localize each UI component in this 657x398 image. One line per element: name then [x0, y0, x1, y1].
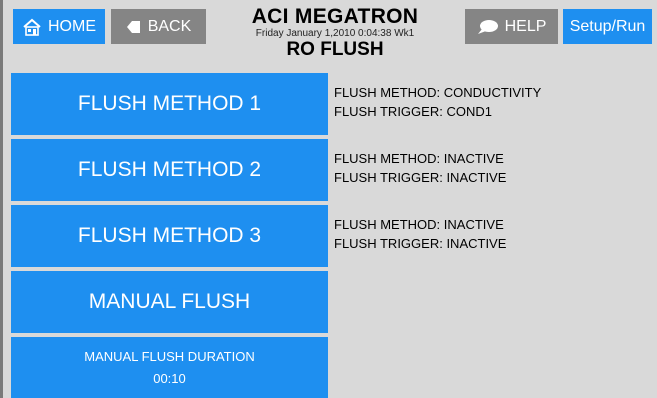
manual-flush-label: MANUAL FLUSH — [88, 290, 251, 313]
flush-method-1-label: FLUSH METHOD 1 — [77, 92, 262, 115]
flush-method-1-button[interactable]: FLUSH METHOD 1 — [11, 73, 328, 135]
flush-3-method-text: FLUSH METHOD: INACTIVE — [334, 217, 504, 232]
flush-2-info: FLUSH METHOD: INACTIVE FLUSH TRIGGER: IN… — [334, 149, 506, 187]
flush-method-3-label: FLUSH METHOD 3 — [77, 224, 262, 247]
flush-2-trigger-text: FLUSH TRIGGER: INACTIVE — [334, 170, 507, 185]
flush-3-info: FLUSH METHOD: INACTIVE FLUSH TRIGGER: IN… — [334, 215, 506, 253]
page-title: RO FLUSH — [286, 39, 384, 60]
flush-1-trigger-text: FLUSH TRIGGER: COND1 — [334, 104, 492, 119]
flush-method-3-button[interactable]: FLUSH METHOD 3 — [11, 205, 328, 267]
flush-method-2-button[interactable]: FLUSH METHOD 2 — [11, 139, 328, 201]
title-block: ACI MEGATRON Friday January 1,2010 0:04:… — [215, 6, 455, 61]
help-label: HELP — [504, 17, 547, 35]
home-icon — [22, 18, 42, 36]
app-title: ACI MEGATRON — [251, 5, 419, 28]
help-button[interactable]: HELP — [465, 9, 558, 44]
back-arrow-icon — [126, 19, 142, 35]
flush-3-trigger-text: FLUSH TRIGGER: INACTIVE — [334, 236, 507, 251]
flush-method-2-label: FLUSH METHOD 2 — [77, 158, 262, 181]
flush-2-method-text: FLUSH METHOD: INACTIVE — [334, 151, 504, 166]
manual-flush-duration-button[interactable]: MANUAL FLUSH DURATION 00:10 — [11, 337, 328, 398]
flush-1-method-text: FLUSH METHOD: CONDUCTIVITY — [334, 85, 542, 100]
setup-run-label: Setup/Run — [569, 17, 646, 35]
manual-flush-button[interactable]: MANUAL FLUSH — [11, 271, 328, 333]
back-button[interactable]: BACK — [111, 9, 206, 44]
home-button[interactable]: HOME — [13, 9, 105, 44]
left-edge-bar — [0, 0, 3, 398]
flush-1-info: FLUSH METHOD: CONDUCTIVITY FLUSH TRIGGER… — [334, 83, 541, 121]
speech-bubble-icon — [477, 19, 499, 35]
home-label: HOME — [48, 17, 96, 35]
back-label: BACK — [147, 17, 192, 35]
setup-run-button[interactable]: Setup/Run — [563, 9, 652, 44]
manual-flush-duration-label: MANUAL FLUSH DURATION — [84, 348, 255, 364]
manual-flush-duration-value: 00:10 — [153, 370, 186, 386]
